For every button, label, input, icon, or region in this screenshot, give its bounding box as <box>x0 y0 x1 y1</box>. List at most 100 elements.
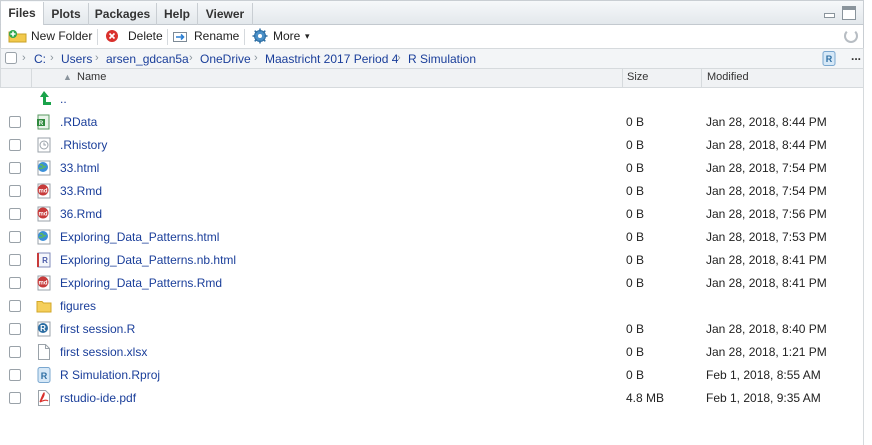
file-size: 0 B <box>626 276 645 290</box>
file-name-link[interactable]: 36.Rmd <box>60 207 102 221</box>
file-size: 0 B <box>626 253 645 267</box>
up-arrow-icon <box>40 91 51 105</box>
row-checkbox[interactable] <box>9 346 21 358</box>
file-name-link[interactable]: figures <box>60 299 96 313</box>
row-checkbox[interactable] <box>9 116 21 128</box>
row-checkbox[interactable] <box>9 208 21 220</box>
more-caret-icon[interactable]: ▾ <box>305 27 310 46</box>
file-modified: Feb 1, 2018, 9:35 AM <box>706 391 821 405</box>
file-name-link[interactable]: .RData <box>60 115 97 129</box>
file-size: 0 B <box>626 345 645 359</box>
breadcrumb-item[interactable]: arsen_gdcan5a <box>106 52 189 66</box>
refresh-icon[interactable] <box>844 29 858 43</box>
more-button[interactable]: More <box>273 27 300 46</box>
breadcrumb: › C: › Users › arsen_gdcan5a › OneDrive … <box>0 48 864 69</box>
file-name-link[interactable]: first session.R <box>60 322 135 336</box>
table-row[interactable]: .. <box>0 88 864 111</box>
breadcrumb-item[interactable]: Maastricht 2017 Period 4 <box>265 52 398 66</box>
file-name-link[interactable]: .. <box>60 92 67 106</box>
file-name-link[interactable]: 33.Rmd <box>60 184 102 198</box>
breadcrumb-item[interactable]: R Simulation <box>408 52 476 66</box>
table-row[interactable]: figures <box>0 295 864 318</box>
more-options-ellipsis[interactable]: ... <box>851 49 861 63</box>
rmd-icon: md <box>37 206 51 222</box>
table-row[interactable]: R .RData 0 B Jan 28, 2018, 8:44 PM <box>0 111 864 134</box>
breadcrumb-separator: › <box>397 52 401 64</box>
file-modified: Jan 28, 2018, 8:40 PM <box>706 322 827 336</box>
file-name-link[interactable]: Exploring_Data_Patterns.nb.html <box>60 253 236 267</box>
column-header-size[interactable]: Size <box>627 71 648 83</box>
toolbar-divider <box>244 29 245 45</box>
row-checkbox[interactable] <box>9 185 21 197</box>
row-checkbox[interactable] <box>9 277 21 289</box>
blank-file-icon <box>38 344 50 360</box>
table-row[interactable]: R Exploring_Data_Patterns.nb.html 0 B Ja… <box>0 249 864 272</box>
column-header-name[interactable]: Name <box>77 71 106 83</box>
file-modified: Jan 28, 2018, 8:44 PM <box>706 115 827 129</box>
gear-icon <box>252 28 268 44</box>
table-row[interactable]: R R Simulation.Rproj 0 B Feb 1, 2018, 8:… <box>0 364 864 387</box>
tab-viewer[interactable]: Viewer <box>198 3 253 25</box>
breadcrumb-item[interactable]: OneDrive <box>200 52 251 66</box>
tab-packages[interactable]: Packages <box>89 3 157 25</box>
svg-text:R: R <box>41 371 48 381</box>
tab-help[interactable]: Help <box>157 3 198 25</box>
breadcrumb-separator: › <box>254 52 258 64</box>
file-size: 0 B <box>626 161 645 175</box>
rename-button[interactable]: Rename <box>194 27 239 46</box>
svg-text:R: R <box>826 54 833 64</box>
file-name-link[interactable]: R Simulation.Rproj <box>60 368 160 382</box>
row-checkbox[interactable] <box>9 254 21 266</box>
tab-files[interactable]: Files <box>1 2 44 26</box>
row-checkbox[interactable] <box>9 162 21 174</box>
table-row[interactable]: Exploring_Data_Patterns.html 0 B Jan 28,… <box>0 226 864 249</box>
breadcrumb-item[interactable]: C: <box>34 52 46 66</box>
row-checkbox[interactable] <box>9 139 21 151</box>
column-divider <box>701 69 702 87</box>
file-name-link[interactable]: 33.html <box>60 161 99 175</box>
tab-plots[interactable]: Plots <box>44 3 89 25</box>
row-checkbox[interactable] <box>9 300 21 312</box>
column-header-modified[interactable]: Modified <box>707 71 749 83</box>
delete-button[interactable]: Delete <box>128 27 163 46</box>
toolbar-divider <box>167 29 168 45</box>
table-row[interactable]: first session.xlsx 0 B Jan 28, 2018, 1:2… <box>0 341 864 364</box>
maximize-pane-icon[interactable] <box>842 6 856 20</box>
row-checkbox[interactable] <box>9 392 21 404</box>
files-toolbar: New Folder Delete Rename More ▾ <box>0 25 864 48</box>
svg-text:md: md <box>39 189 48 195</box>
file-modified: Jan 28, 2018, 7:54 PM <box>706 184 827 198</box>
file-name-link[interactable]: Exploring_Data_Patterns.Rmd <box>60 276 222 290</box>
table-row[interactable]: md 36.Rmd 0 B Jan 28, 2018, 7:56 PM <box>0 203 864 226</box>
row-checkbox[interactable] <box>9 231 21 243</box>
table-row[interactable]: .Rhistory 0 B Jan 28, 2018, 8:44 PM <box>0 134 864 157</box>
minimize-pane-icon[interactable] <box>823 7 836 19</box>
file-size: 0 B <box>626 138 645 152</box>
row-checkbox[interactable] <box>9 323 21 335</box>
file-name-link[interactable]: .Rhistory <box>60 138 107 152</box>
svg-text:md: md <box>39 281 48 287</box>
table-row[interactable]: md 33.Rmd 0 B Jan 28, 2018, 7:54 PM <box>0 180 864 203</box>
file-size: 4.8 MB <box>626 391 665 405</box>
file-size: 0 B <box>626 115 645 129</box>
file-modified: Jan 28, 2018, 1:21 PM <box>706 345 827 359</box>
pane-border <box>863 48 864 445</box>
breadcrumb-separator: › <box>50 52 54 64</box>
pdf-icon <box>38 390 50 406</box>
select-all-checkbox[interactable] <box>5 52 17 64</box>
table-row[interactable]: rstudio-ide.pdf 4.8 MB Feb 1, 2018, 9:35… <box>0 387 864 410</box>
table-row[interactable]: 33.html 0 B Jan 28, 2018, 7:54 PM <box>0 157 864 180</box>
rproj-icon[interactable]: R <box>822 51 836 66</box>
file-name-link[interactable]: rstudio-ide.pdf <box>60 391 136 405</box>
file-name-link[interactable]: Exploring_Data_Patterns.html <box>60 230 219 244</box>
file-size: 0 B <box>626 230 645 244</box>
file-modified: Jan 28, 2018, 8:44 PM <box>706 138 827 152</box>
breadcrumb-item[interactable]: Users <box>61 52 92 66</box>
file-modified: Jan 28, 2018, 8:41 PM <box>706 276 827 290</box>
file-name-link[interactable]: first session.xlsx <box>60 345 147 359</box>
table-row[interactable]: md Exploring_Data_Patterns.Rmd 0 B Jan 2… <box>0 272 864 295</box>
table-row[interactable]: R first session.R 0 B Jan 28, 2018, 8:40… <box>0 318 864 341</box>
new-folder-button[interactable]: New Folder <box>31 27 92 46</box>
row-checkbox[interactable] <box>9 369 21 381</box>
delete-icon <box>106 30 118 42</box>
